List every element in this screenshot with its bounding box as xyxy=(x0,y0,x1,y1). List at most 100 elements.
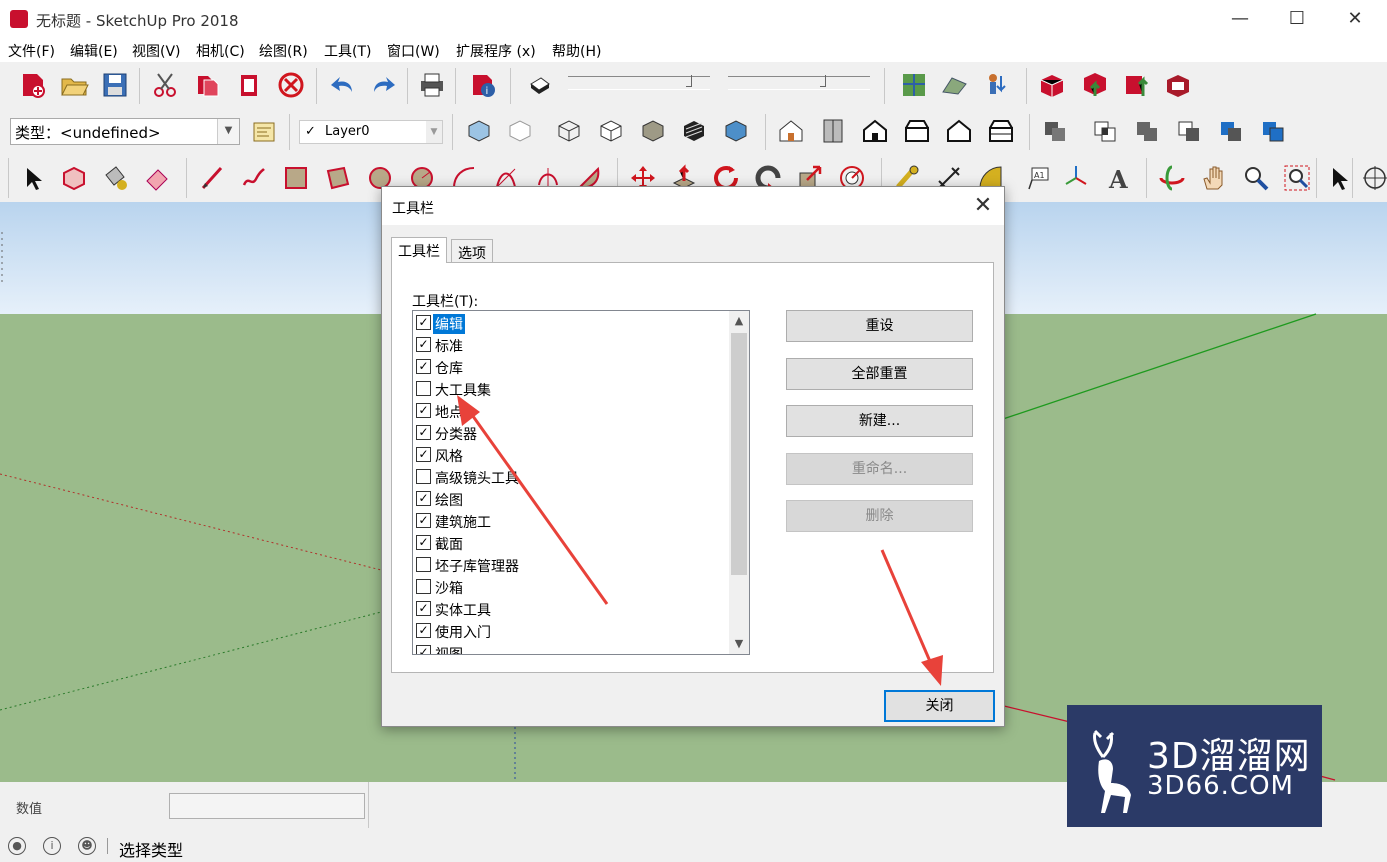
toolbar-checkbox[interactable]: ✓ xyxy=(416,447,431,462)
rectangle-tool-icon[interactable] xyxy=(278,160,314,196)
toolbar-list-item[interactable]: ✓ 绘图 xyxy=(413,488,729,510)
new-file-icon[interactable] xyxy=(14,67,50,103)
shadow-date-slider[interactable] xyxy=(728,75,870,90)
close-dialog-button[interactable]: 关闭 xyxy=(884,690,995,722)
copy-icon[interactable] xyxy=(189,67,225,103)
tab-toolbars[interactable]: 工具栏 xyxy=(391,237,447,263)
share-model-icon[interactable] xyxy=(1077,67,1113,103)
orbit-tool-icon[interactable] xyxy=(1154,160,1190,196)
back-view-icon[interactable] xyxy=(941,113,977,149)
toolbar-list-item[interactable]: ✓ 地点 xyxy=(413,400,729,422)
toolbar-list-item[interactable]: ✓ 风格 xyxy=(413,444,729,466)
menu-draw[interactable]: 绘图(R) xyxy=(259,41,308,61)
terrain-icon[interactable] xyxy=(937,67,973,103)
erase-delete-icon[interactable] xyxy=(273,67,309,103)
undo-icon[interactable] xyxy=(325,67,361,103)
toolbar-list-item[interactable]: 高级镜头工具 xyxy=(413,466,729,488)
paste-icon[interactable] xyxy=(231,67,267,103)
share-component-icon[interactable] xyxy=(1118,67,1154,103)
trim-icon[interactable] xyxy=(1213,113,1249,149)
toolbar-checkbox[interactable] xyxy=(416,469,431,484)
close-window-button[interactable]: ✕ xyxy=(1332,4,1378,34)
eraser-tool-icon[interactable] xyxy=(139,160,175,196)
toolbar-checkbox[interactable]: ✓ xyxy=(416,645,431,654)
select-tool-icon[interactable] xyxy=(14,160,50,196)
shadow-toggle-icon[interactable] xyxy=(522,67,558,103)
toolbar-list-item[interactable]: ✓ 视图 xyxy=(413,642,729,654)
toolbar-checkbox[interactable] xyxy=(416,557,431,572)
toolbar-list-item[interactable]: 沙箱 xyxy=(413,576,729,598)
toolbar-list-item[interactable]: ✓ 编辑 xyxy=(413,312,729,335)
front-view-icon[interactable] xyxy=(857,113,893,149)
iso-view-icon[interactable] xyxy=(773,113,809,149)
line-tool-icon[interactable] xyxy=(194,160,230,196)
reset-button[interactable]: 重设 xyxy=(786,310,973,342)
toolbar-list-item[interactable]: 大工具集 xyxy=(413,378,729,400)
entity-type-field[interactable]: 类型：<undefined> ▼ xyxy=(10,118,240,145)
scroll-thumb[interactable] xyxy=(731,333,747,575)
scroll-down-icon[interactable]: ▼ xyxy=(729,634,749,654)
shadow-time-slider[interactable] xyxy=(568,75,710,90)
save-icon[interactable] xyxy=(97,67,133,103)
menu-help[interactable]: 帮助(H) xyxy=(552,41,601,61)
photo-texture-icon[interactable] xyxy=(978,67,1014,103)
menu-view[interactable]: 视图(V) xyxy=(132,41,181,61)
toolbar-checkbox[interactable]: ✓ xyxy=(416,315,431,330)
toolbar-list-item[interactable]: ✓ 使用入门 xyxy=(413,620,729,642)
new-toolbar-button[interactable]: 新建... xyxy=(786,405,973,437)
layer-visible-check[interactable]: ✓ xyxy=(305,124,316,139)
entity-type-dropdown-arrow[interactable]: ▼ xyxy=(217,119,239,144)
toolbar-checkbox[interactable]: ✓ xyxy=(416,359,431,374)
monochrome-icon[interactable] xyxy=(718,113,754,149)
toolbar-checkbox[interactable]: ✓ xyxy=(416,403,431,418)
3d-text-icon[interactable]: A xyxy=(1100,160,1136,196)
menu-edit[interactable]: 编辑(E) xyxy=(70,41,118,61)
menu-camera[interactable]: 相机(C) xyxy=(196,41,245,61)
menu-tools[interactable]: 工具(T) xyxy=(324,41,371,61)
select-arrow-icon[interactable] xyxy=(1320,160,1356,196)
toolbar-checkbox[interactable]: ✓ xyxy=(416,337,431,352)
toolbar-list-item[interactable]: ✓ 截面 xyxy=(413,532,729,554)
add-location-icon[interactable] xyxy=(896,67,932,103)
toolbar-checkbox[interactable]: ✓ xyxy=(416,535,431,550)
toolbar-list-item[interactable]: ✓ 仓库 xyxy=(413,356,729,378)
paint-bucket-icon[interactable] xyxy=(97,160,133,196)
rotated-rectangle-icon[interactable] xyxy=(320,160,356,196)
back-edges-icon[interactable] xyxy=(502,113,538,149)
zoom-tool-icon[interactable] xyxy=(1238,160,1274,196)
measurements-input[interactable] xyxy=(169,793,365,819)
toolbar-list-item[interactable]: ✓ 分类器 xyxy=(413,422,729,444)
split-icon[interactable] xyxy=(1255,113,1291,149)
reset-all-button[interactable]: 全部重置 xyxy=(786,358,973,390)
text-tool-icon[interactable]: A1 xyxy=(1019,160,1055,196)
menu-extensions[interactable]: 扩展程序 (x) xyxy=(456,41,536,61)
menu-file[interactable]: 文件(F) xyxy=(8,41,55,61)
top-view-icon[interactable] xyxy=(815,113,851,149)
3d-warehouse-icon[interactable] xyxy=(1034,67,1070,103)
geo-location-icon[interactable]: ● xyxy=(8,837,26,855)
shaded-icon[interactable] xyxy=(635,113,671,149)
pan-tool-icon[interactable] xyxy=(1196,160,1232,196)
hidden-line-icon[interactable] xyxy=(593,113,629,149)
right-view-icon[interactable] xyxy=(899,113,935,149)
print-icon[interactable] xyxy=(414,67,450,103)
toolbar-checkbox[interactable] xyxy=(416,579,431,594)
toolbar-checkbox[interactable]: ✓ xyxy=(416,491,431,506)
user-account-icon[interactable]: ☻ xyxy=(78,837,96,855)
tab-options[interactable]: 选项 xyxy=(451,239,493,262)
credits-info-icon[interactable]: i xyxy=(43,837,61,855)
left-view-icon[interactable] xyxy=(983,113,1019,149)
toolbar-checkbox[interactable]: ✓ xyxy=(416,623,431,638)
toolbar-checkbox[interactable]: ✓ xyxy=(416,601,431,616)
entity-info-icon[interactable] xyxy=(246,114,282,150)
model-info-icon[interactable]: i xyxy=(465,67,501,103)
subtract-icon[interactable] xyxy=(1171,113,1207,149)
layer-dropdown-arrow[interactable]: ▼ xyxy=(426,121,442,143)
list-scrollbar[interactable]: ▲ ▼ xyxy=(729,311,749,654)
menu-window[interactable]: 窗口(W) xyxy=(387,41,440,61)
redo-icon[interactable] xyxy=(365,67,401,103)
outer-shell-icon[interactable] xyxy=(1037,113,1073,149)
shaded-textures-icon[interactable] xyxy=(676,113,712,149)
open-folder-icon[interactable] xyxy=(56,67,92,103)
toolbar-list-item[interactable]: 坯子库管理器 xyxy=(413,554,729,576)
